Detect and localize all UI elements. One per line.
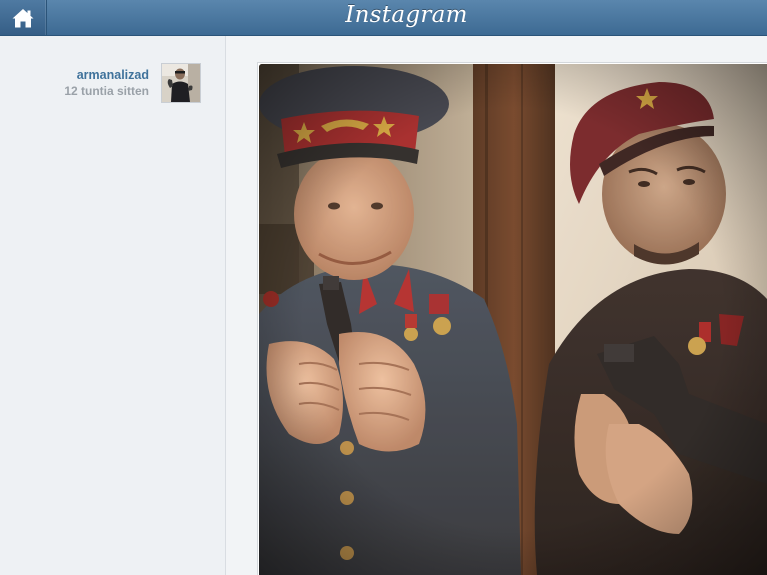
top-bar: Instagram — [0, 0, 767, 36]
post-sidebar: armanalizad 12 tuntia sitten — [0, 36, 226, 575]
avatar-image — [162, 64, 200, 102]
username-link[interactable]: armanalizad — [64, 67, 149, 83]
post-author-block: armanalizad 12 tuntia sitten — [64, 67, 149, 99]
photo-image — [259, 64, 767, 575]
post-timestamp: 12 tuntia sitten — [64, 84, 149, 98]
post-photo-frame — [258, 63, 767, 575]
instagram-app: Instagram armanalizad 12 tuntia sitten — [0, 0, 767, 575]
app-logo[interactable]: Instagram — [0, 0, 767, 35]
main-feed — [226, 36, 767, 575]
avatar[interactable] — [161, 63, 201, 103]
post-photo[interactable] — [259, 64, 767, 575]
